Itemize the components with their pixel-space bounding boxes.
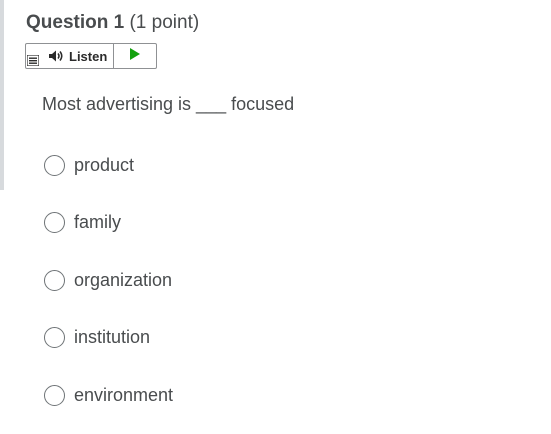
- answer-option[interactable]: organization: [44, 268, 172, 292]
- option-label[interactable]: family: [74, 210, 121, 234]
- play-button[interactable]: [114, 44, 156, 68]
- option-label[interactable]: environment: [74, 383, 173, 407]
- left-scroll-edge: [0, 0, 4, 190]
- speaker-icon: [48, 49, 64, 63]
- question-header: Question 1 (1 point): [26, 11, 199, 35]
- listen-button[interactable]: Listen: [40, 44, 115, 68]
- answer-option[interactable]: environment: [44, 383, 173, 407]
- play-icon: [129, 47, 141, 65]
- radio-button[interactable]: [44, 326, 65, 348]
- readspeaker-toolbar: Listen: [25, 43, 157, 69]
- option-label[interactable]: organization: [74, 268, 172, 292]
- radio-button[interactable]: [44, 384, 65, 406]
- option-label[interactable]: institution: [74, 325, 150, 349]
- question-title: Question 1: [26, 12, 125, 33]
- quiz-page: Question 1 (1 point) Listen Most adverti…: [0, 0, 551, 434]
- answer-option[interactable]: product: [44, 153, 134, 177]
- radio-button[interactable]: [44, 154, 65, 176]
- listen-label: Listen: [69, 48, 108, 64]
- question-points: (1 point): [129, 12, 200, 33]
- question-prompt: Most advertising is ___ focused: [42, 94, 295, 114]
- answer-option[interactable]: family: [44, 210, 121, 234]
- option-label[interactable]: product: [74, 153, 134, 177]
- menu-icon[interactable]: [26, 53, 40, 67]
- radio-button[interactable]: [44, 211, 65, 233]
- answer-option[interactable]: institution: [44, 325, 150, 349]
- radio-button[interactable]: [44, 269, 65, 291]
